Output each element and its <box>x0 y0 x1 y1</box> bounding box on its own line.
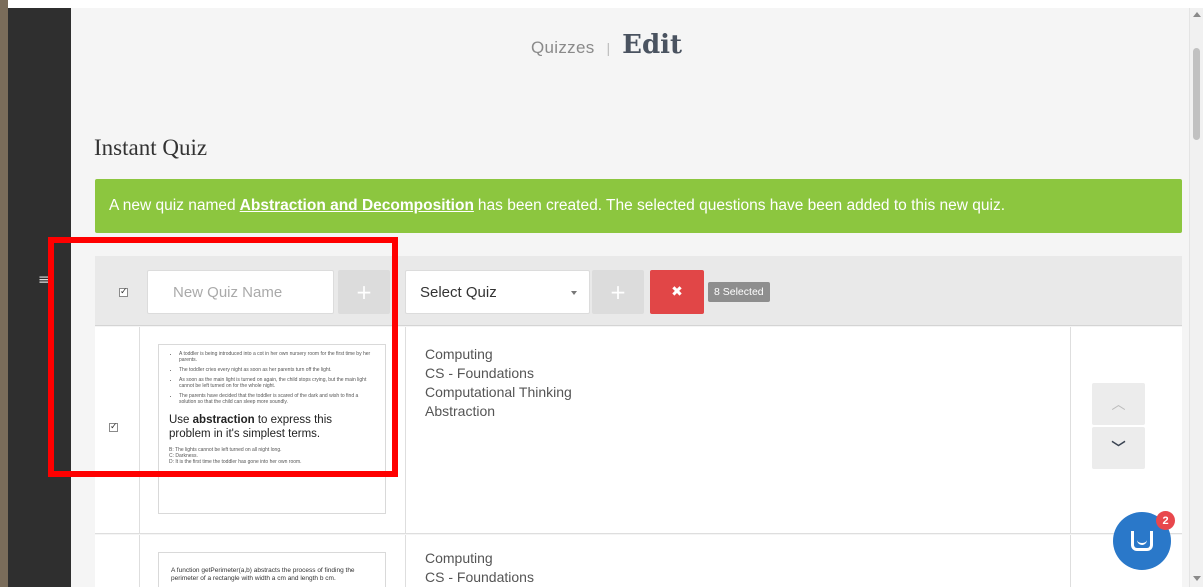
plus-star-icon: + <box>355 280 373 304</box>
chat-icon <box>1131 531 1153 551</box>
question-row: A function getPerimeter(a,b) abstracts t… <box>95 535 1182 587</box>
column-divider <box>405 327 406 533</box>
question-preview[interactable]: A function getPerimeter(a,b) abstracts t… <box>158 552 386 587</box>
scrollbar-thumb[interactable] <box>1193 48 1200 140</box>
success-alert: A new quiz named Abstraction and Decompo… <box>95 179 1182 233</box>
delete-selected-button[interactable]: ✖ <box>650 270 704 314</box>
add-to-quiz-button[interactable]: + <box>592 270 644 314</box>
section-title: Instant Quiz <box>94 135 208 160</box>
question-row: ✓ A toddler is being introduced into a c… <box>95 327 1182 534</box>
plus-icon: + <box>609 280 627 304</box>
column-divider <box>1070 535 1071 587</box>
tag-item: Computing <box>425 550 493 566</box>
question-checkbox[interactable]: ✓ <box>109 423 118 432</box>
column-divider <box>405 535 406 587</box>
breadcrumb: Quizzes | Edit <box>531 30 682 60</box>
tag-item: Abstraction <box>425 403 496 419</box>
scenario-item: As soon as the main light is turned on a… <box>179 377 375 389</box>
selected-count-badge: 8 Selected <box>708 282 770 302</box>
column-divider <box>139 327 140 533</box>
scroll-down-arrow-icon[interactable] <box>1193 576 1201 581</box>
answer-options: B: The lights cannot be left turned on a… <box>159 441 385 465</box>
column-divider <box>1070 327 1071 533</box>
question-prompt-pre: Use <box>169 414 190 426</box>
answer-option: D: It is the first time the toddler has … <box>169 459 302 465</box>
select-quiz-value: Select Quiz <box>420 283 497 301</box>
question-tags: Computing CS - Foundations <box>425 549 534 587</box>
question-scenario-list: A toddler is being introduced into a cot… <box>159 345 385 405</box>
scenario-item: The toddler cries every night as soon as… <box>179 367 375 373</box>
new-quiz-name-input[interactable]: New Quiz Name <box>147 270 334 314</box>
question-tags: Computing CS - Foundations Computational… <box>425 345 572 421</box>
alert-text-prefix: A new quiz named <box>109 197 236 214</box>
question-prompt-bold: abstraction <box>192 414 255 426</box>
tag-item: CS - Foundations <box>425 569 534 585</box>
sidebar: ≡ <box>8 8 71 587</box>
scenario-item: The parents have decided that the toddle… <box>179 393 375 405</box>
move-down-button[interactable]: ﹀ <box>1092 427 1145 469</box>
window-edge <box>0 0 8 587</box>
close-icon: ✖ <box>671 284 683 300</box>
question-preview[interactable]: A toddler is being introduced into a cot… <box>158 344 386 514</box>
breadcrumb-separator: | <box>606 40 611 56</box>
tag-item: CS - Foundations <box>425 365 534 381</box>
app-frame: ≡ Quizzes | Edit Instant Quiz A new quiz… <box>0 0 1203 587</box>
tag-item: Computational Thinking <box>425 384 572 400</box>
chevron-up-icon: ︿ <box>1111 397 1126 413</box>
scenario-item: A toddler is being introduced into a cot… <box>179 351 375 363</box>
page-title: Edit <box>622 30 683 60</box>
vertical-scrollbar[interactable] <box>1189 8 1203 587</box>
caret-down-icon <box>571 291 577 295</box>
select-all-checkbox[interactable]: ✓ <box>119 288 128 297</box>
column-divider <box>139 535 140 587</box>
question-prompt: Use abstraction to express this problem … <box>159 409 385 441</box>
create-quiz-button[interactable]: + <box>338 270 390 314</box>
chat-notification-badge: 2 <box>1156 511 1175 530</box>
menu-icon[interactable]: ≡ <box>38 273 50 287</box>
question-preview-text: A function getPerimeter(a,b) abstracts t… <box>171 567 355 582</box>
alert-text-suffix: has been created. The selected questions… <box>477 197 1006 214</box>
main-content: Quizzes | Edit Instant Quiz A new quiz n… <box>71 8 1189 587</box>
select-quiz-dropdown[interactable]: Select Quiz <box>405 270 590 314</box>
chevron-down-icon: ﹀ <box>1111 441 1126 457</box>
quiz-toolbar: ✓ New Quiz Name + Select Quiz + ✖ 8 Sele… <box>95 256 1182 326</box>
tag-item: Computing <box>425 346 493 362</box>
scroll-up-arrow-icon[interactable] <box>1193 12 1201 17</box>
alert-quiz-link[interactable]: Abstraction and Decomposition <box>240 197 474 215</box>
breadcrumb-quizzes-link[interactable]: Quizzes <box>531 38 595 58</box>
move-up-button[interactable]: ︿ <box>1092 383 1145 425</box>
